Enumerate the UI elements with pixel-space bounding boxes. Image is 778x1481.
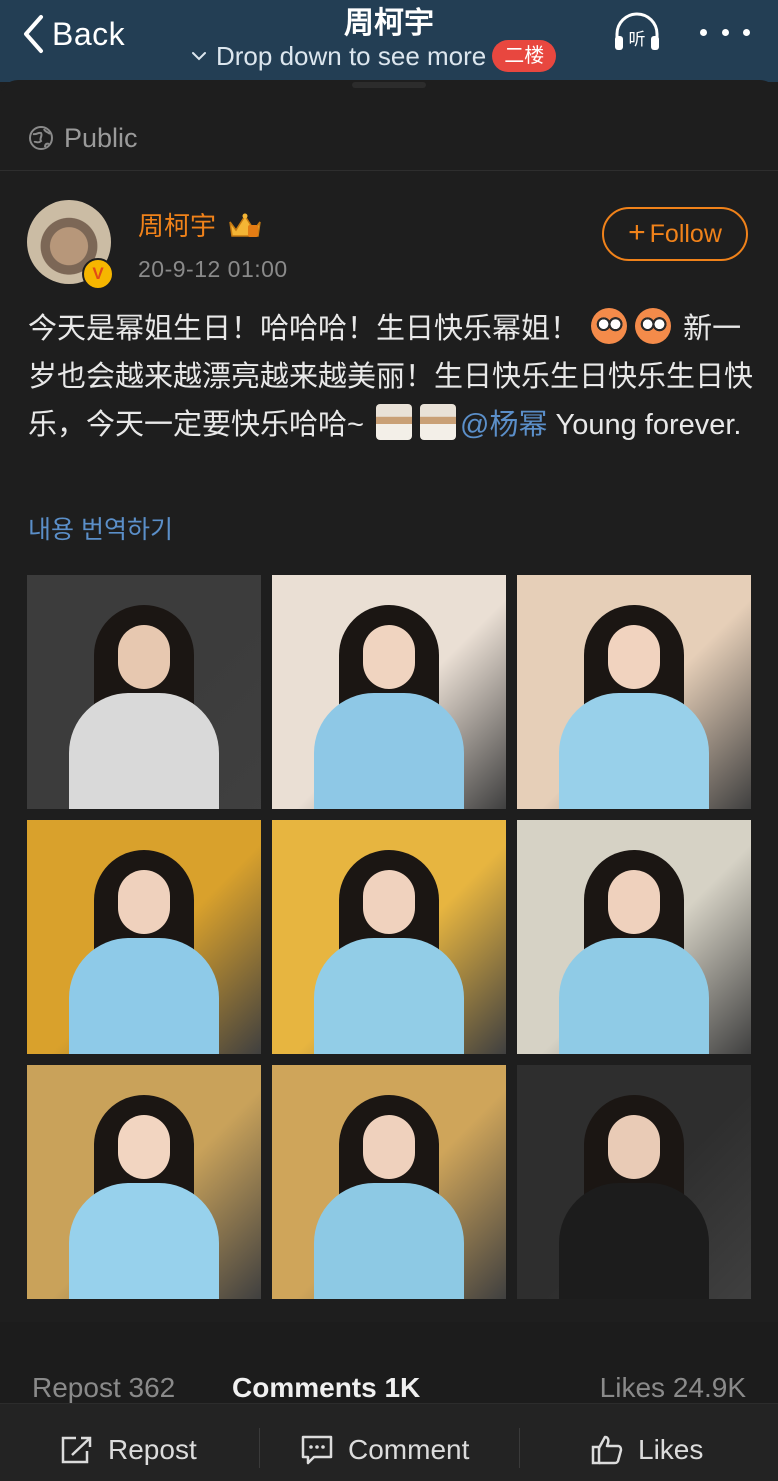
likes-label: Likes	[638, 1434, 704, 1465]
repost-icon	[61, 1436, 92, 1464]
photo-thumbnail[interactable]	[27, 820, 261, 1054]
plus-icon: +	[628, 216, 646, 249]
top-bar: Back 周柯宇 Drop down to see more 二楼 听	[0, 0, 778, 82]
post-text-part: 今天是幂姐生日！哈哈哈！生日快乐幂姐！	[28, 313, 580, 345]
emoji-cake-icon	[376, 404, 412, 440]
divider	[519, 1428, 520, 1468]
headphones-icon: 听	[615, 12, 659, 50]
mention-link[interactable]: @杨幂	[460, 409, 547, 441]
drag-handle[interactable]	[352, 82, 426, 88]
photo-top	[69, 938, 219, 1054]
visibility-indicator: Public	[28, 118, 138, 158]
follow-label: Follow	[649, 219, 722, 248]
emoji-face-icon	[591, 308, 628, 344]
repost-count-tab[interactable]: Repost 362	[32, 1372, 175, 1404]
photo-top	[559, 1183, 709, 1299]
photo-grid	[27, 575, 751, 1299]
chevron-down-icon	[192, 52, 206, 61]
photo-thumbnail[interactable]	[517, 1065, 751, 1299]
visibility-label: Public	[64, 122, 138, 153]
photo-top	[559, 938, 709, 1054]
photo-thumbnail[interactable]	[272, 575, 506, 809]
post-text: 今天是幂姐生日！哈哈哈！生日快乐幂姐！ 新一岁也会越来越漂亮越来越美丽！生日快乐…	[28, 305, 754, 449]
svg-text:听: 听	[629, 30, 646, 50]
follow-button[interactable]: + Follow	[602, 207, 748, 261]
photo-face	[118, 870, 170, 934]
photo-thumbnail[interactable]	[517, 820, 751, 1054]
translate-link[interactable]: 내용 번역하기	[28, 510, 173, 546]
photo-face	[608, 870, 660, 934]
emoji-cake-icon	[420, 404, 456, 440]
divider	[0, 170, 778, 171]
repost-button[interactable]: Repost	[60, 1420, 197, 1480]
photo-thumbnail[interactable]	[272, 820, 506, 1054]
comment-button[interactable]: Comment	[300, 1420, 469, 1480]
photo-face	[363, 870, 415, 934]
comment-icon	[301, 1435, 333, 1465]
more-dot-icon	[743, 28, 750, 36]
likes-count-tab[interactable]: Likes 24.9K	[600, 1372, 746, 1404]
thumbs-up-icon	[591, 1435, 623, 1465]
photo-thumbnail[interactable]	[27, 575, 261, 809]
comments-count-tab[interactable]: Comments 1K	[232, 1372, 420, 1404]
globe-icon	[29, 126, 53, 150]
emoji-face-icon	[635, 308, 672, 344]
author-info: 周柯宇	[138, 206, 264, 243]
drop-down-hint-text: Drop down to see more	[216, 40, 487, 71]
photo-face	[363, 625, 415, 689]
like-button[interactable]: Likes	[590, 1420, 703, 1480]
photo-face	[118, 1115, 170, 1179]
photo-face	[363, 1115, 415, 1179]
floor-badge: 二楼	[492, 40, 557, 72]
photo-top	[559, 693, 709, 809]
crown-icon	[229, 213, 261, 237]
verified-badge-icon: V	[82, 258, 114, 290]
photo-thumbnail[interactable]	[27, 1065, 261, 1299]
comment-label: Comment	[348, 1434, 470, 1465]
photo-face	[118, 625, 170, 689]
photo-top	[314, 938, 464, 1054]
photo-face	[608, 1115, 660, 1179]
divider	[259, 1428, 260, 1468]
author-name[interactable]: 周柯宇	[138, 206, 216, 243]
photo-top	[314, 1183, 464, 1299]
more-dot-icon	[721, 28, 729, 36]
photo-top	[314, 693, 464, 809]
drop-down-hint[interactable]: Drop down to see more 二楼	[192, 40, 557, 72]
photo-thumbnail[interactable]	[517, 575, 751, 809]
more-dot-icon	[700, 28, 707, 36]
photo-top	[69, 1183, 219, 1299]
listen-button[interactable]: 听	[612, 12, 662, 52]
photo-top	[69, 693, 219, 809]
more-button[interactable]	[700, 16, 750, 48]
photo-thumbnail[interactable]	[272, 1065, 506, 1299]
photo-face	[608, 625, 660, 689]
post-text-part: Young forever.	[547, 409, 742, 441]
repost-label: Repost	[108, 1434, 197, 1465]
post-date: 20-9-12 01:00	[138, 256, 288, 282]
